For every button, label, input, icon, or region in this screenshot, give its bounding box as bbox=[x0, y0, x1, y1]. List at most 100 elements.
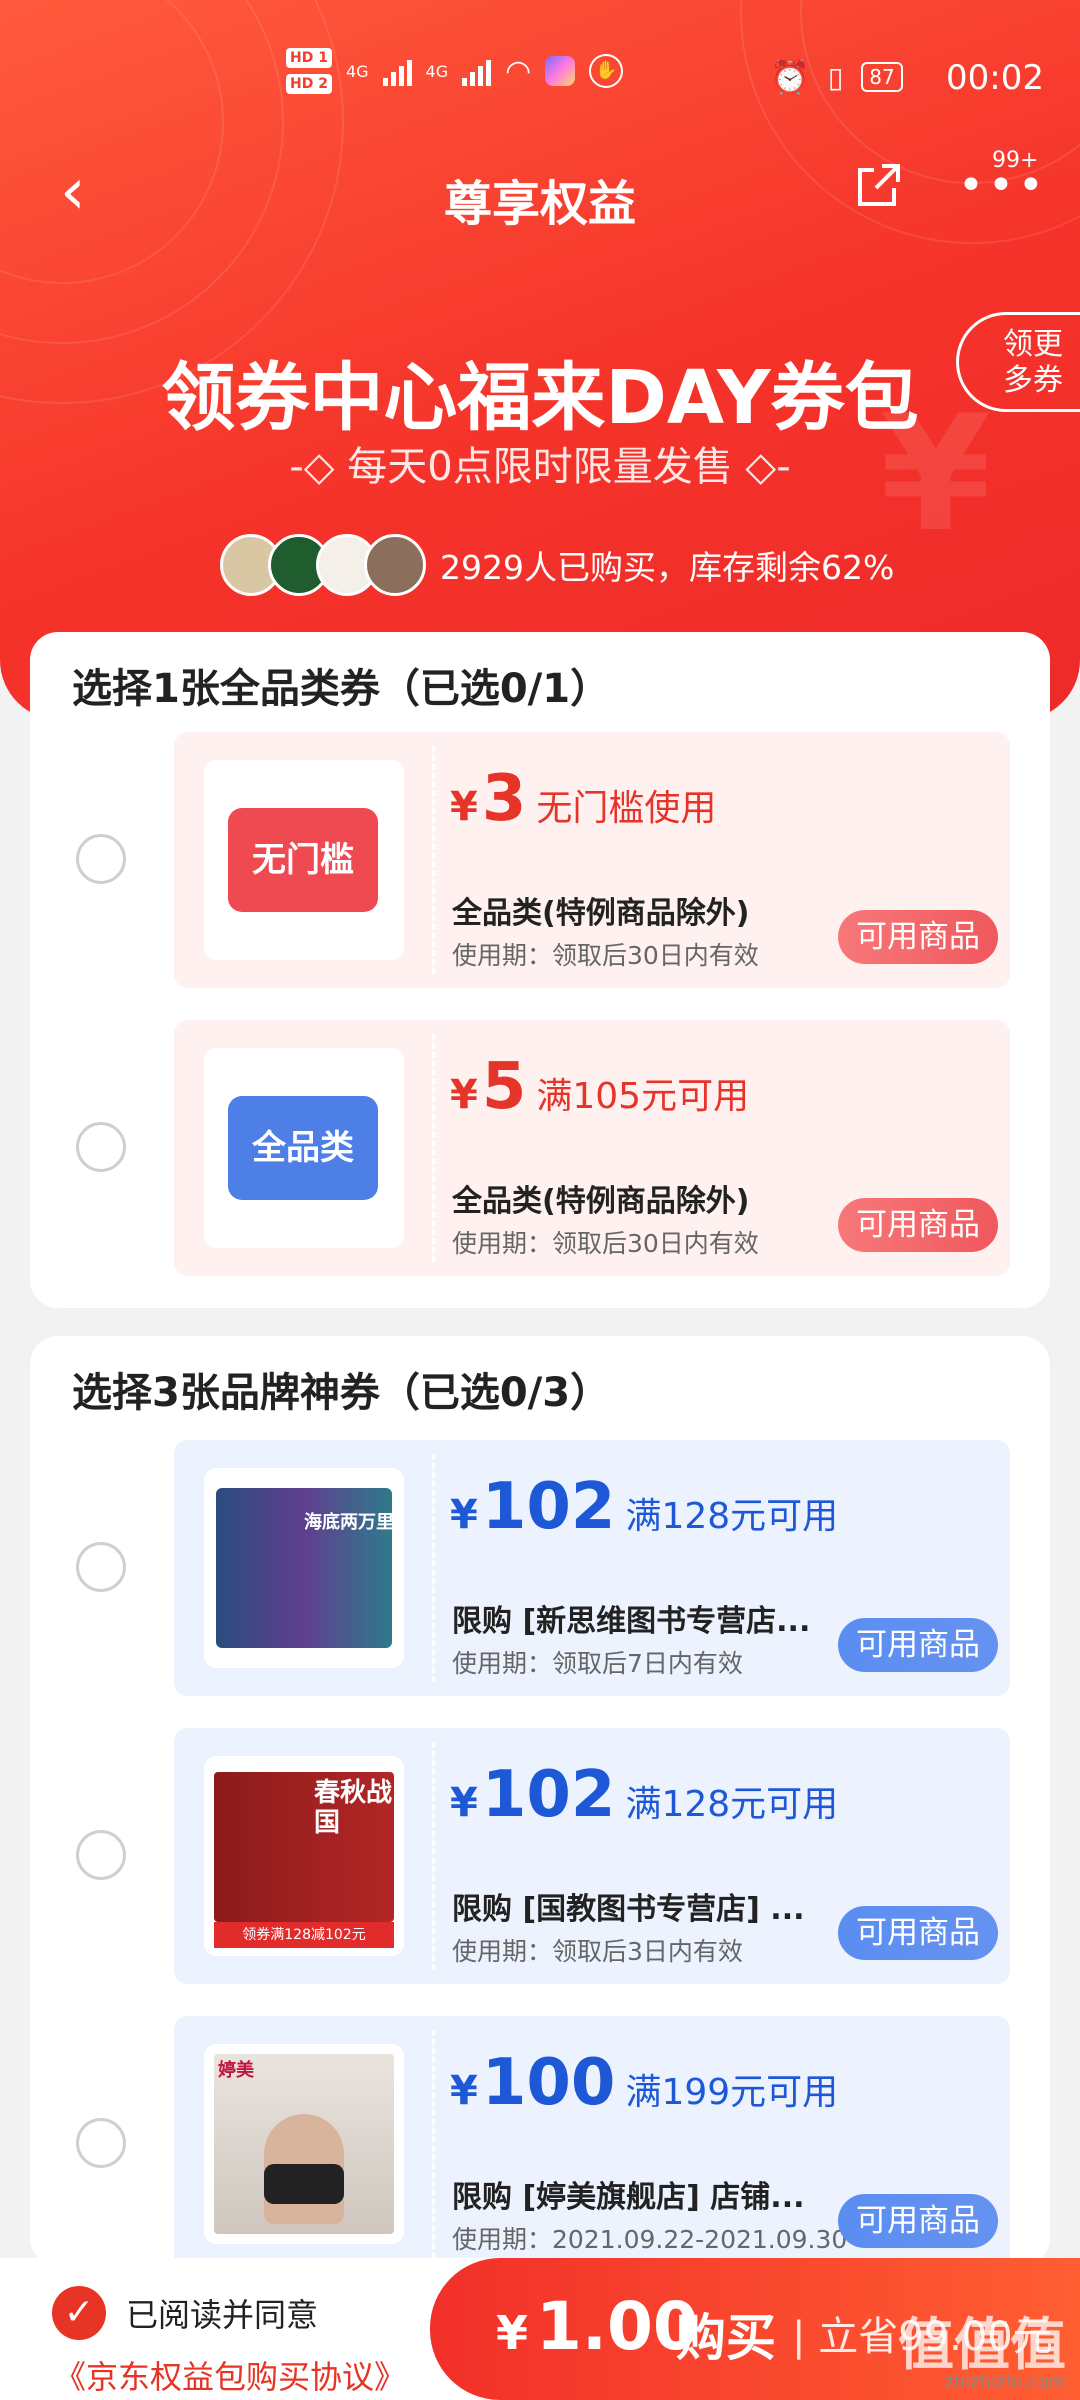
coupon-scope: 限购 [国教图书专营店] ... bbox=[452, 1892, 805, 1927]
coupon-image: 无门槛 bbox=[204, 760, 404, 960]
currency-symbol: ¥ bbox=[450, 784, 478, 830]
coupon-scope: 限购 [新思维图书专营店... bbox=[452, 1604, 811, 1639]
coupon-radio[interactable] bbox=[76, 834, 126, 884]
coupon-validity: 使用期：领取后3日内有效 bbox=[452, 1937, 743, 1966]
coupon-card[interactable]: 婷美 ¥ 100 满199元可用 限购 [婷美旗舰店] 店铺... 使用期：20… bbox=[174, 2016, 1010, 2272]
coupon-divider bbox=[432, 1454, 435, 1682]
currency-symbol: ¥ bbox=[496, 2306, 529, 2360]
coupon-divider bbox=[432, 1742, 435, 1970]
coupon-divider bbox=[432, 2030, 435, 2258]
coupon-amount: ¥ 100 满199元可用 bbox=[450, 2046, 838, 2120]
nav-bar: ‹ 尊享权益 ••• 99+ bbox=[0, 148, 1080, 240]
product-image-text: 海底两万里 bbox=[304, 1512, 394, 1533]
coupon-condition: 满128元可用 bbox=[625, 1496, 839, 1537]
network-type-1: 4G bbox=[345, 61, 369, 81]
coupon-scope: 全品类(特例商品除外) bbox=[452, 896, 750, 931]
coupon-tag: 全品类 bbox=[228, 1096, 378, 1200]
agree-checkbox[interactable]: ✓ bbox=[52, 2286, 106, 2340]
sim2-label: HD 2 bbox=[286, 74, 332, 94]
coupon-condition: 满199元可用 bbox=[625, 2072, 839, 2113]
more-coupons-line1: 领更 bbox=[1003, 327, 1063, 362]
agreement-link[interactable]: 《京东权益包购买协议》 bbox=[54, 2352, 406, 2398]
alarm-icon: ⏰ bbox=[770, 58, 810, 96]
coupon-validity: 使用期：领取后30日内有效 bbox=[452, 1229, 759, 1258]
buyer-count-text: 2929人已购买，库存剩余62% bbox=[440, 548, 895, 587]
product-image-badge: 领券满128减102元 bbox=[214, 1922, 394, 1948]
buyer-stats: 2929人已购买，库存剩余62% bbox=[220, 534, 894, 596]
more-coupons-line2: 多券 bbox=[1003, 363, 1063, 398]
watermark-logo: 值值值 bbox=[898, 2313, 1066, 2378]
coupon-condition: 无门槛使用 bbox=[536, 788, 717, 829]
currency-symbol: ¥ bbox=[450, 1492, 478, 1538]
coupon-value: 5 bbox=[481, 1050, 527, 1124]
coupon-condition: 满128元可用 bbox=[625, 1784, 839, 1825]
wifi-icon: ◠ bbox=[505, 53, 532, 89]
coupon-divider bbox=[432, 746, 435, 974]
coupon-value: 102 bbox=[481, 1758, 616, 1832]
watermark-site: zhizhizhi.com bbox=[944, 2372, 1066, 2393]
more-coupons-button[interactable]: 领更 多券 bbox=[956, 312, 1080, 412]
message-badge: 99+ bbox=[992, 148, 1039, 173]
page-title: 尊享权益 bbox=[443, 176, 636, 232]
available-products-button[interactable]: 可用商品 bbox=[838, 1906, 998, 1960]
coupon-card[interactable]: 无门槛 ¥ 3 无门槛使用 全品类(特例商品除外) 使用期：领取后30日内有效 … bbox=[174, 732, 1010, 988]
status-left: HD 1 HD 2 4G 4G ◠ ✋ bbox=[286, 48, 624, 94]
sim1-label: HD 1 bbox=[286, 48, 332, 68]
agree-label: 已阅读并同意 bbox=[126, 2296, 319, 2334]
product-image-text: 春秋战国 bbox=[314, 1778, 393, 1838]
coupon-amount: ¥ 102 满128元可用 bbox=[450, 1758, 838, 1832]
coupon-scope: 全品类(特例商品除外) bbox=[452, 1184, 750, 1219]
app-icon bbox=[545, 56, 576, 86]
signal-icon bbox=[462, 56, 492, 86]
available-products-button[interactable]: 可用商品 bbox=[838, 910, 998, 964]
coupon-radio[interactable] bbox=[76, 1542, 126, 1592]
share-icon[interactable] bbox=[852, 160, 902, 210]
coupon-radio[interactable] bbox=[76, 1122, 126, 1172]
vibrate-icon: ▯ bbox=[827, 60, 844, 94]
available-products-button[interactable]: 可用商品 bbox=[838, 2194, 998, 2248]
currency-symbol: ¥ bbox=[450, 1072, 478, 1118]
currency-symbol: ¥ bbox=[450, 1780, 478, 1826]
product-image-text: 婷美 bbox=[218, 2060, 254, 2081]
avatar-group bbox=[220, 534, 426, 596]
section-brand-coupons: 选择3张品牌神券（已选0/3） 海底两万里 ¥ 102 满128元可用 限购 [… bbox=[30, 1336, 1050, 2272]
section-title: 选择1张全品类券（已选0/1） bbox=[72, 666, 611, 712]
available-products-button[interactable]: 可用商品 bbox=[838, 1618, 998, 1672]
coupon-amount: ¥ 5 满105元可用 bbox=[450, 1050, 749, 1124]
hand-icon: ✋ bbox=[589, 54, 624, 88]
sim-indicators: HD 1 HD 2 bbox=[286, 48, 332, 94]
hero-title: 领券中心福来DAY券包 bbox=[161, 355, 919, 441]
product-image: 春秋战国 领券满128减102元 bbox=[204, 1756, 404, 1956]
hero-subtitle: -◇ 每天0点限时限量发售 ◇- bbox=[289, 444, 791, 490]
coupon-tag: 无门槛 bbox=[228, 808, 378, 912]
coupon-amount: ¥ 3 无门槛使用 bbox=[450, 762, 716, 836]
coupon-value: 100 bbox=[481, 2046, 616, 2120]
coupon-value: 102 bbox=[481, 1470, 616, 1544]
coupon-card[interactable]: 全品类 ¥ 5 满105元可用 全品类(特例商品除外) 使用期：领取后30日内有… bbox=[174, 1020, 1010, 1276]
currency-symbol: ¥ bbox=[450, 2068, 478, 2114]
coupon-divider bbox=[432, 1034, 435, 1262]
coupon-card[interactable]: 春秋战国 领券满128减102元 ¥ 102 满128元可用 限购 [国教图书专… bbox=[174, 1728, 1010, 1984]
buy-label: 购买 bbox=[676, 2309, 776, 2367]
avatar bbox=[364, 534, 426, 596]
product-image: 海底两万里 bbox=[204, 1468, 404, 1668]
clock: 00:02 bbox=[946, 58, 1044, 98]
coupon-amount: ¥ 102 满128元可用 bbox=[450, 1470, 838, 1544]
coupon-value: 3 bbox=[481, 762, 527, 836]
coupon-card[interactable]: 海底两万里 ¥ 102 满128元可用 限购 [新思维图书专营店... 使用期：… bbox=[174, 1440, 1010, 1696]
coupon-validity: 使用期：领取后7日内有效 bbox=[452, 1649, 743, 1678]
status-bar: HD 1 HD 2 4G 4G ◠ ✋ ⏰ ▯ 87 00:02 bbox=[0, 40, 1080, 120]
price: 1.00 bbox=[536, 2288, 699, 2365]
coupon-image: 全品类 bbox=[204, 1048, 404, 1248]
coupon-radio[interactable] bbox=[76, 1830, 126, 1880]
coupon-radio[interactable] bbox=[76, 2118, 126, 2168]
section-all-category: 选择1张全品类券（已选0/1） 无门槛 ¥ 3 无门槛使用 全品类(特例商品除外… bbox=[30, 632, 1050, 1308]
coupon-validity: 使用期：2021.09.22-2021.09.30 bbox=[452, 2225, 848, 2254]
coupon-condition: 满105元可用 bbox=[536, 1076, 750, 1117]
available-products-button[interactable]: 可用商品 bbox=[838, 1198, 998, 1252]
network-type-2: 4G bbox=[425, 61, 449, 81]
product-image: 婷美 bbox=[204, 2044, 404, 2244]
signal-icon bbox=[382, 56, 412, 86]
status-right: ⏰ ▯ 87 bbox=[770, 58, 903, 96]
section-title: 选择3张品牌神券（已选0/3） bbox=[72, 1370, 611, 1416]
